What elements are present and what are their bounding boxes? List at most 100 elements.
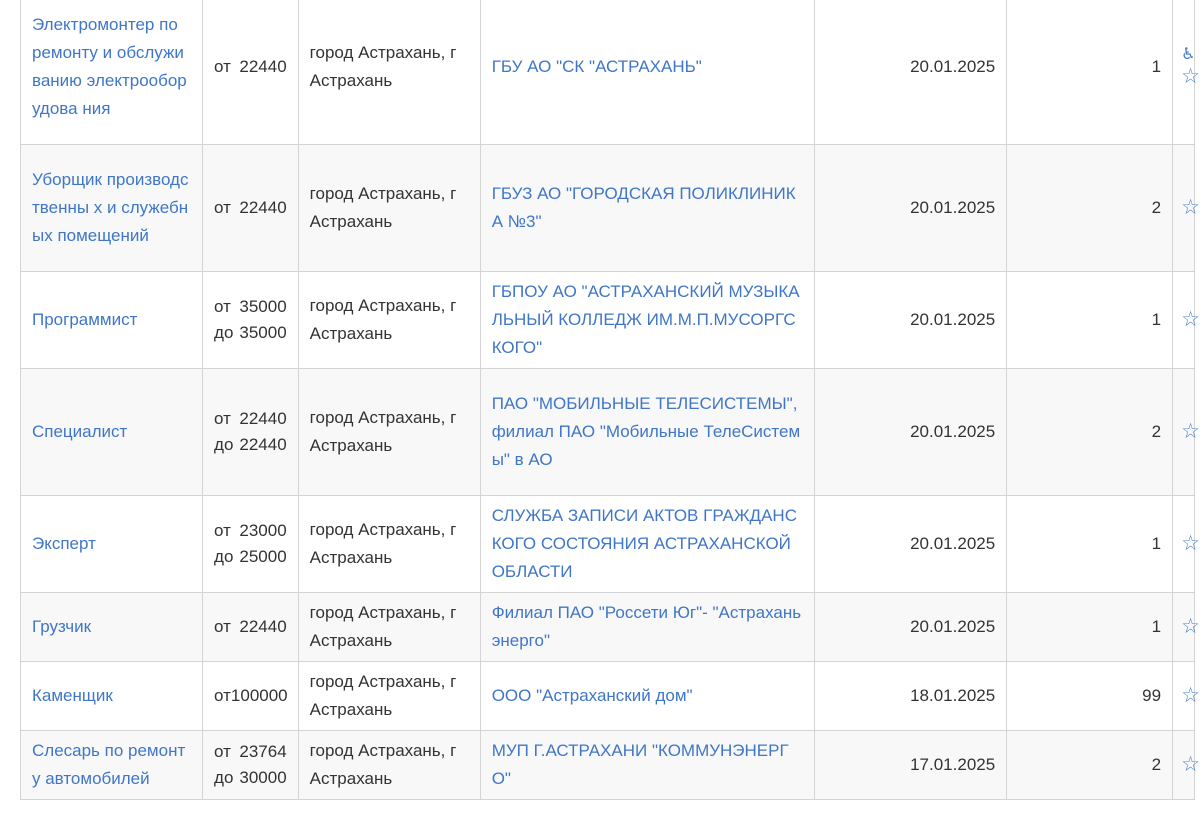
vacancy-count: 1 bbox=[1151, 310, 1162, 329]
vacancy-count: 1 bbox=[1151, 534, 1162, 553]
location-text: город Астрахань, г Астрахань bbox=[309, 296, 457, 343]
vacancy-count: 2 bbox=[1151, 422, 1162, 441]
vacancy-title-cell: Электромонтер по ремонту и обслуживанию … bbox=[19, 0, 204, 145]
date-cell: 20.01.2025 bbox=[813, 144, 1008, 272]
posting-date: 20.01.2025 bbox=[910, 534, 996, 553]
salary-from: от 22440 bbox=[214, 614, 287, 640]
salary-cell: от 23000 до 25000 bbox=[202, 495, 299, 593]
location-cell: город Астрахань, г Астрахань bbox=[297, 0, 481, 145]
actions-cell: ☆ bbox=[1172, 144, 1200, 272]
count-cell: 2 bbox=[1006, 730, 1174, 800]
posting-date: 20.01.2025 bbox=[910, 57, 996, 76]
salary-to-value: 25000 bbox=[239, 547, 287, 566]
count-cell: 1 bbox=[1006, 0, 1174, 145]
location-cell: город Астрахань, г Астрахань bbox=[297, 271, 481, 369]
vacancy-title-link[interactable]: Каменщик bbox=[32, 686, 113, 705]
salary-to-value: 22440 bbox=[239, 435, 287, 454]
vacancy-title-link[interactable]: Программист bbox=[32, 310, 137, 329]
salary-cell: от 35000 до 35000 bbox=[202, 271, 299, 369]
favorite-star-icon[interactable]: ☆ bbox=[1181, 684, 1200, 708]
salary-from: от 35000 bbox=[214, 294, 287, 320]
employer-link[interactable]: Филиал ПАО "Россети Юг"- "Астраханьэнерг… bbox=[492, 603, 801, 650]
salary-cell: от 100000 bbox=[202, 661, 299, 731]
vacancy-count: 1 bbox=[1151, 57, 1162, 76]
count-cell: 99 bbox=[1006, 661, 1174, 731]
actions-cell: ☆ bbox=[1172, 592, 1200, 662]
vacancy-table: Электромонтер по ремонту и обслуживанию … bbox=[19, 0, 1200, 800]
salary-to-label: до bbox=[214, 435, 234, 454]
employer-cell: СЛУЖБА ЗАПИСИ АКТОВ ГРАЖДАНСКОГО СОСТОЯН… bbox=[479, 495, 815, 593]
salary-from: от 22440 bbox=[214, 195, 287, 221]
salary-to-label: до bbox=[214, 323, 234, 342]
salary-from-value: 23000 bbox=[239, 521, 287, 540]
vacancy-title-link[interactable]: Специалист bbox=[32, 422, 127, 441]
vacancy-table-body: Электромонтер по ремонту и обслуживанию … bbox=[19, 0, 1200, 800]
location-cell: город Астрахань, г Астрахань bbox=[297, 495, 481, 593]
vacancy-title-link[interactable]: Эксперт bbox=[32, 534, 96, 553]
salary-to-value: 30000 bbox=[239, 768, 287, 787]
favorite-star-icon[interactable]: ☆ bbox=[1181, 308, 1200, 332]
favorite-star-icon[interactable]: ☆ bbox=[1181, 65, 1200, 89]
employer-link[interactable]: ООО "Астраханский дом" bbox=[492, 686, 693, 705]
salary-from-value: 22440 bbox=[239, 198, 287, 217]
salary-from-value: 23764 bbox=[239, 742, 287, 761]
vacancy-title-link[interactable]: Уборщик производственны х и служебных по… bbox=[32, 170, 188, 245]
date-cell: 20.01.2025 bbox=[813, 0, 1008, 145]
salary-cell: от 22440 bbox=[202, 0, 299, 145]
salary-from-label: от bbox=[214, 198, 231, 217]
actions-cell: ☆ bbox=[1172, 495, 1200, 593]
employer-link[interactable]: ГБУЗ АО "ГОРОДСКАЯ ПОЛИКЛИНИКА №3" bbox=[492, 184, 796, 231]
location-text: город Астрахань, г Астрахань bbox=[309, 603, 457, 650]
posting-date: 18.01.2025 bbox=[910, 686, 996, 705]
employer-cell: МУП Г.АСТРАХАНИ "КОММУНЭНЕРГО" bbox=[479, 730, 815, 800]
salary-from-label: от bbox=[214, 57, 231, 76]
location-text: город Астрахань, г Астрахань bbox=[309, 520, 457, 567]
employer-cell: ПАО "МОБИЛЬНЫЕ ТЕЛЕСИСТЕМЫ",филиал ПАО "… bbox=[479, 368, 815, 496]
vacancy-title-cell: Уборщик производственны х и служебных по… bbox=[19, 144, 204, 272]
employer-link[interactable]: ГБПОУ АО "АСТРАХАНСКИЙ МУЗЫКАЛЬНЫЙ КОЛЛЕ… bbox=[492, 282, 800, 357]
vacancy-title-link[interactable]: Грузчик bbox=[32, 617, 91, 636]
favorite-star-icon[interactable]: ☆ bbox=[1181, 615, 1200, 639]
favorite-star-icon[interactable]: ☆ bbox=[1181, 753, 1200, 777]
vacancy-table-container: Электромонтер по ремонту и обслуживанию … bbox=[19, 0, 1200, 800]
salary-to: до 22440 bbox=[214, 432, 287, 458]
posting-date: 20.01.2025 bbox=[910, 310, 996, 329]
salary-to: до 25000 bbox=[214, 544, 287, 570]
salary-to-label: до bbox=[214, 768, 234, 787]
salary-cell: от 22440 bbox=[202, 592, 299, 662]
vacancy-count: 1 bbox=[1151, 617, 1162, 636]
wheelchair-accessible-icon: ♿ bbox=[1181, 46, 1196, 63]
employer-link[interactable]: СЛУЖБА ЗАПИСИ АКТОВ ГРАЖДАНСКОГО СОСТОЯН… bbox=[492, 506, 797, 581]
employer-link[interactable]: МУП Г.АСТРАХАНИ "КОММУНЭНЕРГО" bbox=[492, 741, 789, 788]
salary-from-label: от bbox=[214, 742, 231, 761]
vacancy-title-link[interactable]: Слесарь по ремонту автомобилей bbox=[32, 741, 185, 788]
salary-to-label: до bbox=[214, 547, 234, 566]
count-cell: 1 bbox=[1006, 495, 1174, 593]
count-cell: 1 bbox=[1006, 271, 1174, 369]
actions-cell: ☆ bbox=[1172, 368, 1200, 496]
location-text: город Астрахань, г Астрахань bbox=[309, 408, 457, 455]
vacancy-title-link[interactable]: Электромонтер по ремонту и обслуживанию … bbox=[32, 15, 187, 118]
employer-link[interactable]: ПАО "МОБИЛЬНЫЕ ТЕЛЕСИСТЕМЫ",филиал ПАО "… bbox=[492, 394, 800, 469]
salary-from: от 23764 bbox=[214, 739, 287, 765]
date-cell: 20.01.2025 bbox=[813, 495, 1008, 593]
employer-link[interactable]: ГБУ АО "СК "АСТРАХАНЬ" bbox=[492, 57, 702, 76]
salary-cell: от 22440 bbox=[202, 144, 299, 272]
favorite-star-icon[interactable]: ☆ bbox=[1181, 196, 1200, 220]
salary-from-label: от bbox=[214, 521, 231, 540]
vacancy-title-cell: Каменщик bbox=[19, 661, 204, 731]
posting-date: 20.01.2025 bbox=[910, 617, 996, 636]
salary-from-label: от bbox=[214, 297, 231, 316]
location-cell: город Астрахань, г Астрахань bbox=[297, 592, 481, 662]
salary-to: до 35000 bbox=[214, 320, 287, 346]
vacancy-title-cell: Грузчик bbox=[19, 592, 204, 662]
favorite-star-icon[interactable]: ☆ bbox=[1181, 532, 1200, 556]
location-text: город Астрахань, г Астрахань bbox=[309, 741, 457, 788]
favorite-star-icon[interactable]: ☆ bbox=[1181, 420, 1200, 444]
vacancy-title-cell: Программист bbox=[19, 271, 204, 369]
salary-from: от 100000 bbox=[214, 683, 288, 709]
vacancy-title-cell: Специалист bbox=[19, 368, 204, 496]
vacancy-row: Грузчик от 22440 город Астрахань, г Астраха… bbox=[19, 592, 1200, 662]
salary-from: от 22440 bbox=[214, 54, 287, 80]
salary-to-value: 35000 bbox=[239, 323, 287, 342]
